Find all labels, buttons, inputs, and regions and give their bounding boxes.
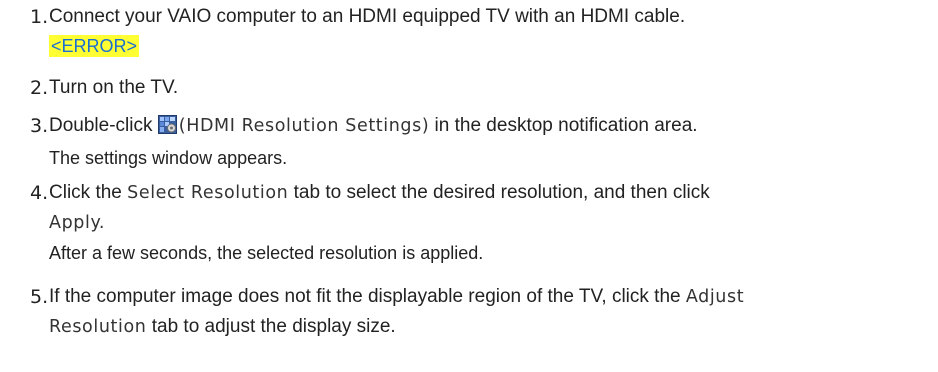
ui-name-hdmi-resolution-settings: (HDMI Resolution Settings) — [178, 116, 430, 136]
step-number: 1. — [30, 6, 49, 28]
step-text: Click the Select Resolution tab to selec… — [49, 178, 710, 208]
step-text-post: in the desktop notification area. — [434, 115, 698, 136]
step-number: 3. — [30, 115, 49, 137]
step-text-pre: Double-click — [49, 115, 153, 136]
step-text: Connect your VAIO computer to an HDMI eq… — [49, 6, 686, 27]
step-text-pre: Click the — [49, 182, 122, 203]
step-result: After a few seconds, the selected resolu… — [49, 243, 484, 263]
ui-name-apply: Apply. — [49, 213, 106, 233]
step-text: Double-click (HDMI Resolution Settings) … — [49, 111, 698, 141]
step-text-post: tab to adjust the display size. — [151, 316, 396, 337]
step-number: 5. — [30, 286, 49, 308]
step-result: The settings window appears. — [49, 148, 288, 168]
ui-name-resolution: Resolution — [49, 317, 147, 337]
ui-name-select-resolution: Select Resolution — [127, 183, 289, 203]
step-number: 4. — [30, 182, 49, 204]
step-text: If the computer image does not fit the d… — [49, 282, 744, 312]
ui-name-adjust: Adjust — [685, 287, 745, 307]
hdmi-settings-icon — [157, 114, 177, 134]
step-text-post: tab to select the desired resolution, an… — [293, 182, 710, 203]
step-text: Turn on the TV. — [49, 77, 179, 98]
instruction-document: 1. Connect your VAIO computer to an HDMI… — [0, 0, 938, 372]
error-tag: <ERROR> — [49, 35, 140, 57]
step-number: 2. — [30, 77, 49, 99]
step-text-pre: If the computer image does not fit the d… — [49, 286, 681, 307]
